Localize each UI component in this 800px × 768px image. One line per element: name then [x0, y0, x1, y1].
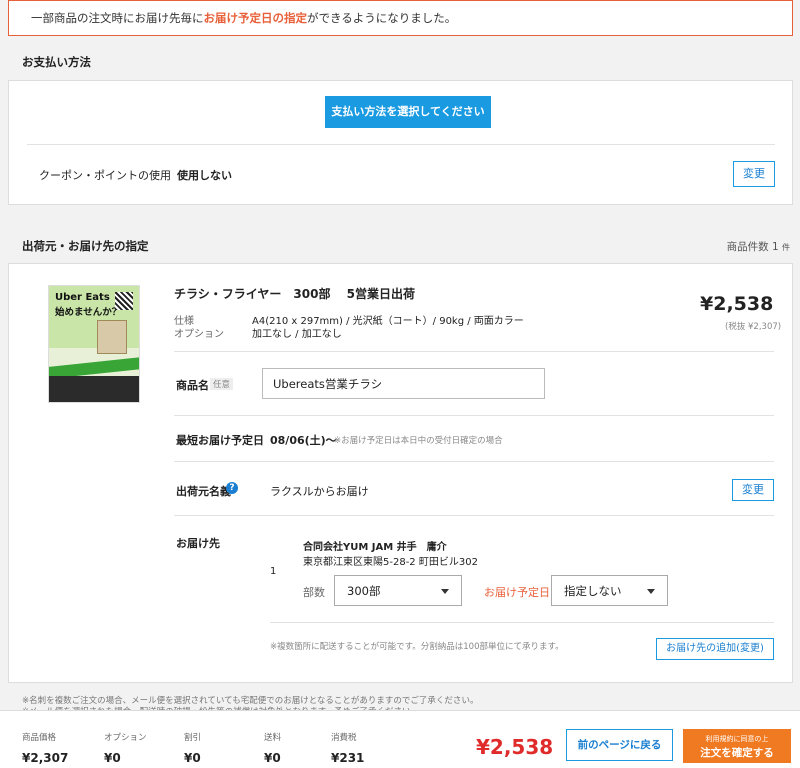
delivery-date-select[interactable]: 指定しない [551, 575, 668, 606]
summary-product-price: 商品価格 ¥2,307 [22, 731, 68, 765]
product-price: ¥2,538 [700, 293, 774, 315]
summary-value: ¥0 [264, 751, 281, 765]
confirm-label: 注文を確定する [700, 747, 774, 759]
quantity-select[interactable]: 300部 [334, 575, 462, 606]
footnote-1: ※名刺を複数ご注文の場合、メール便を選択されていても宅配便でのお届けとなることが… [22, 696, 479, 706]
chevron-down-icon [647, 589, 655, 594]
delivery-date-label: お届け予定日 [484, 586, 550, 599]
destination-name: 合同会社YUM JAM 井手 庸介 [303, 542, 447, 553]
item-count: 商品件数 1 件 [727, 239, 790, 254]
divider [174, 415, 774, 416]
destination-index: 1 [270, 566, 277, 577]
summary-label: 商品価格 [22, 733, 57, 743]
option-value: 加工なし / 加工なし [252, 329, 342, 340]
confirm-order-button[interactable]: 利用規約に同意の上 注文を確定する [683, 729, 791, 763]
summary-value: ¥0 [104, 751, 121, 765]
notice-text-post: ができるようになりました。 [307, 11, 457, 25]
help-icon[interactable]: ? [226, 482, 238, 494]
divider [174, 515, 774, 516]
multi-destination-note: ※複数箇所に配送することが可能です。分割納品は100部単位にて承ります。 [270, 642, 564, 652]
thumb-tagline: 始めませんか？ [55, 307, 122, 318]
optional-badge: 任意 [210, 378, 234, 390]
coupon-change-button[interactable]: 変更 [733, 161, 775, 187]
shipping-section-title: 出荷元・お届け先の指定 [22, 239, 149, 253]
summary-value: ¥231 [331, 751, 365, 765]
order-total: ¥2,538 [476, 735, 554, 759]
option-label: オプション [174, 329, 224, 340]
divider [270, 622, 774, 623]
confirm-terms-note: 利用規約に同意の上 [705, 735, 769, 743]
payment-card: 支払い方法を選択してください クーポン・ポイントの使用 使用しない 変更 [8, 80, 793, 205]
quantity-select-value: 300部 [347, 584, 381, 598]
name-label: 商品名 [176, 379, 209, 392]
payment-section-title: お支払い方法 [22, 55, 91, 69]
summary-label: 消費税 [331, 733, 357, 743]
destination-address: 東京都江東区東陽5-28-2 町田ビル302 [303, 557, 478, 568]
item-count-value: 1 [771, 241, 779, 253]
notice-text-pre: 一部商品の注文時にお届け先毎に [31, 11, 204, 25]
earliest-delivery-note: ※お届け予定日は本日中の受付日確定の場合 [334, 436, 503, 446]
qr-code-icon [115, 292, 133, 310]
back-button[interactable]: 前のページに戻る [566, 729, 673, 761]
delivery-date-select-value: 指定しない [564, 584, 622, 598]
product-thumbnail[interactable]: Uber Eats 始めませんか？ [48, 285, 140, 403]
earliest-delivery-value: 08/06(土)〜 [270, 434, 337, 447]
shipper-label: 出荷元名義 [176, 485, 231, 498]
bag-image [97, 320, 127, 354]
product-name-input[interactable]: Ubereats営業チラシ [262, 368, 545, 399]
notice-banner: 一部商品の注文時にお届け先毎にお届け予定日の指定ができるようになりました。 [8, 0, 793, 36]
summary-value: ¥2,307 [22, 751, 69, 765]
order-summary-bar: 商品価格 ¥2,307 オプション ¥0 割引 ¥0 送料 ¥0 消費税 ¥23… [0, 710, 800, 768]
coupon-value: 使用しない [177, 169, 232, 182]
product-title: チラシ・フライヤー 300部 5営業日出荷 [174, 287, 415, 301]
summary-discount: 割引 ¥0 [184, 731, 201, 765]
thumb-brand: Uber Eats [55, 292, 110, 303]
quantity-label: 部数 [303, 586, 325, 599]
divider [174, 461, 774, 462]
thumb-footer [49, 376, 139, 402]
summary-tax: 消費税 ¥231 [331, 731, 364, 765]
product-price-excl-tax: (税抜 ¥2,307) [725, 322, 782, 332]
destination-label: お届け先 [176, 537, 220, 550]
item-count-label: 商品件数 [726, 241, 769, 253]
coupon-label: クーポン・ポイントの使用 [39, 169, 171, 182]
chevron-down-icon [441, 589, 449, 594]
divider [27, 144, 775, 145]
summary-shipping: 送料 ¥0 [264, 731, 281, 765]
notice-highlight: お届け予定日の指定 [203, 11, 308, 25]
divider [174, 351, 774, 352]
summary-value: ¥0 [184, 751, 201, 765]
summary-label: 割引 [184, 733, 202, 743]
summary-label: 送料 [264, 733, 282, 743]
summary-option: オプション ¥0 [104, 731, 147, 765]
shipper-change-button[interactable]: 変更 [732, 479, 774, 501]
add-destination-button[interactable]: お届け先の追加(変更) [656, 638, 774, 660]
earliest-delivery-label: 最短お届け予定日 [176, 434, 264, 447]
item-count-unit: 件 [782, 243, 790, 252]
shipper-value: ラクスルからお届け [270, 485, 369, 498]
summary-label: オプション [104, 733, 147, 743]
select-payment-button[interactable]: 支払い方法を選択してください [325, 96, 491, 128]
